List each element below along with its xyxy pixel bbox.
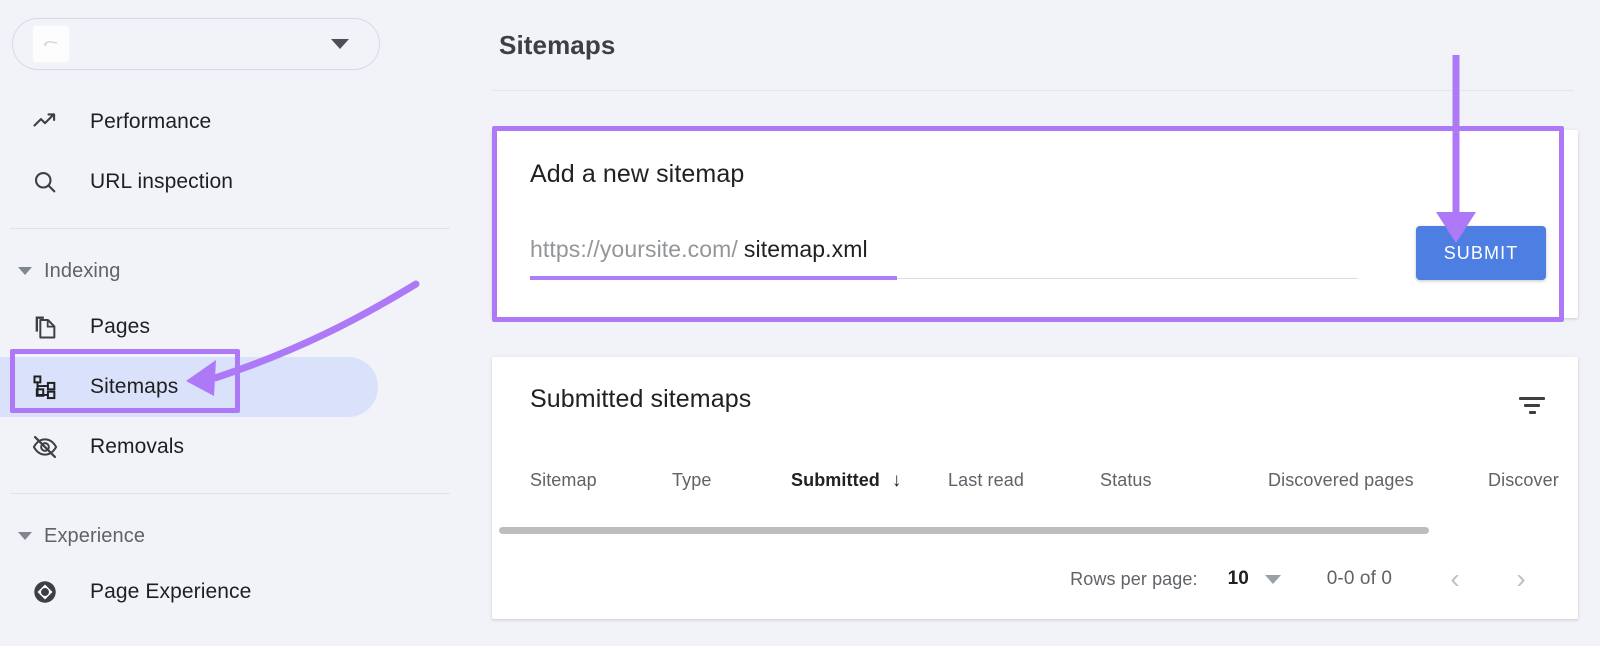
trending-up-icon — [28, 105, 62, 139]
sitemaps-table-header: Sitemap Type Submitted ↓ Last read Status… — [492, 470, 1578, 518]
column-header-sitemap[interactable]: Sitemap — [530, 470, 597, 491]
chevron-down-icon[interactable] — [331, 39, 349, 49]
page-experience-diamond-icon — [28, 575, 62, 609]
sidebar-divider-2 — [10, 493, 450, 494]
site-favicon — [33, 26, 69, 62]
main-content: Sitemaps Add a new sitemap https://yours… — [478, 0, 1600, 646]
sidebar-item-page-experience[interactable]: Page Experience — [0, 562, 478, 622]
column-header-last-read[interactable]: Last read — [948, 470, 1024, 491]
pages-copy-icon — [28, 310, 62, 344]
sidebar: Performance URL inspection Indexing Page… — [0, 0, 478, 646]
sitemap-tree-icon — [28, 370, 62, 404]
chevron-right-icon[interactable]: › — [1508, 565, 1534, 593]
chevron-left-icon[interactable]: ‹ — [1442, 565, 1468, 593]
search-icon — [28, 165, 62, 199]
column-header-status[interactable]: Status — [1100, 470, 1152, 491]
sidebar-item-sitemaps[interactable]: Sitemaps — [0, 357, 378, 417]
sidebar-item-label: Performance — [90, 110, 212, 133]
column-header-discovered-pages[interactable]: Discovered pages — [1268, 470, 1414, 491]
page-title: Sitemaps — [499, 30, 616, 60]
sitemap-url-prefix: https://yoursite.com/ — [530, 236, 738, 262]
title-divider — [492, 90, 1574, 91]
add-sitemap-title: Add a new sitemap — [530, 160, 745, 188]
sidebar-group-experience[interactable]: Experience — [0, 510, 478, 562]
eye-off-icon — [28, 430, 62, 464]
sidebar-item-label: Removals — [90, 435, 185, 458]
chevron-down-icon — [18, 267, 32, 275]
sidebar-item-label: URL inspection — [90, 170, 234, 193]
submitted-sitemaps-title: Submitted sitemaps — [530, 385, 752, 413]
column-header-submitted-label: Submitted — [791, 470, 880, 490]
field-underline-highlight — [530, 276, 897, 280]
sidebar-item-url-inspection[interactable]: URL inspection — [0, 152, 478, 212]
sitemap-url-field[interactable]: https://yoursite.com/ sitemap.xml — [530, 236, 1358, 286]
sitemap-url-input[interactable]: sitemap.xml — [744, 236, 868, 263]
sidebar-item-performance[interactable]: Performance — [0, 92, 478, 152]
google-search-console-sitemaps-page: Performance URL inspection Indexing Page… — [0, 0, 1600, 646]
column-header-submitted[interactable]: Submitted ↓ — [791, 470, 902, 492]
sidebar-divider-1 — [10, 228, 450, 229]
sidebar-item-removals[interactable]: Removals — [0, 417, 478, 477]
sidebar-nav: Performance URL inspection Indexing Page… — [0, 92, 478, 622]
sidebar-item-pages[interactable]: Pages — [0, 297, 478, 357]
rows-per-page-label: Rows per page: — [1070, 568, 1198, 589]
rows-per-page-value[interactable]: 10 — [1228, 568, 1249, 590]
table-pagination: Rows per page: 10 0-0 of 0 ‹ › — [492, 547, 1578, 611]
chevron-down-icon — [18, 532, 32, 540]
property-selector[interactable] — [12, 18, 380, 70]
sidebar-group-label: Experience — [44, 524, 146, 547]
scrollbar-thumb[interactable] — [499, 527, 1429, 534]
submit-button[interactable]: SUBMIT — [1416, 226, 1546, 280]
sidebar-group-indexing[interactable]: Indexing — [0, 245, 478, 297]
arrow-down-icon: ↓ — [891, 470, 902, 491]
chevron-down-icon[interactable] — [1264, 574, 1281, 584]
filter-list-icon[interactable] — [1516, 389, 1548, 421]
column-header-discover[interactable]: Discover — [1488, 470, 1559, 491]
add-a-new-sitemap-card: Add a new sitemap https://yoursite.com/ … — [492, 130, 1578, 318]
sidebar-item-label: Pages — [90, 315, 151, 338]
column-header-type[interactable]: Type — [672, 470, 711, 491]
pagination-range: 0-0 of 0 — [1326, 568, 1392, 589]
submitted-sitemaps-card: Submitted sitemaps Sitemap Type Submitte… — [492, 357, 1578, 619]
sidebar-group-label: Indexing — [44, 259, 121, 282]
sidebar-item-label: Page Experience — [90, 580, 252, 603]
table-horizontal-scrollbar[interactable] — [492, 523, 1578, 537]
sidebar-item-label: Sitemaps — [90, 375, 179, 398]
